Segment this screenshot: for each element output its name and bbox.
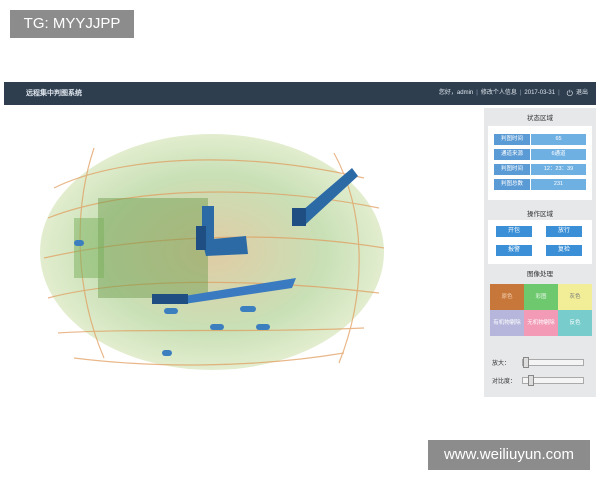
ops-box: 开包 放行 报警 复检 [488,220,592,264]
power-icon[interactable]: ⏻ [567,82,573,105]
side-object [74,218,104,278]
status-label: 判图时间 [494,164,530,175]
app-window: 远程集中判图系统 您好，admin | 修改个人信息 | 2017-03-31 … [4,82,596,398]
recheck-button[interactable]: 复检 [546,245,582,256]
watermark-top-left: TG: MYYJJPP [10,10,134,38]
rigid-object [98,198,208,298]
status-value: 6通道 [531,149,586,160]
filter-grid: 原色 彩图 灰色 有机物剔除 无机物剔除 反色 [488,280,592,340]
filter-invert[interactable]: 反色 [558,310,592,336]
zoom-label: 放大： [492,361,511,367]
alarm-button[interactable]: 报警 [496,245,532,256]
status-value: 12：23：39 [531,164,586,175]
status-row: 通道来源 6通道 [494,149,586,160]
control-panel: 状态区域 判图时间 65 通道来源 6通道 判图时间 12：23：39 判图总数… [484,108,596,397]
filter-gray[interactable]: 灰色 [558,284,592,310]
filter-remove-inorganic[interactable]: 无机物剔除 [524,310,558,336]
zoom-slider[interactable] [522,357,584,368]
zoom-slider-thumb[interactable] [523,357,529,368]
open-bag-button[interactable]: 开包 [496,226,532,237]
nav-separator: | [476,90,478,96]
profile-link[interactable]: 修改个人信息 [481,82,517,105]
status-box: 判图时间 65 通道来源 6通道 判图时间 12：23：39 判图总数 231 [488,126,592,200]
greeting-text: 您好，admin [438,90,474,96]
filter-remove-organic[interactable]: 有机物剔除 [490,310,524,336]
contrast-label: 对比度： [492,379,517,385]
date-text: 2017-03-31 [524,90,556,96]
imaging-section-title: 图像处理 [527,271,553,278]
status-label: 判图总数 [494,179,530,190]
status-label: 通道来源 [494,149,530,160]
status-label: 判图时间 [494,134,530,145]
app-title: 远程集中判图系统 [26,90,82,97]
contrast-slider-thumb[interactable] [528,375,535,386]
ops-section-title: 操作区域 [527,211,553,218]
watermark-bottom-right: www.weiliuyun.com [428,440,590,470]
logout-link[interactable]: 退出 [576,82,588,105]
filter-original[interactable]: 原色 [490,284,524,310]
nav-separator: | [519,90,522,96]
xray-scan-image [40,134,385,370]
status-row: 判图时间 65 [494,134,586,145]
status-value: 65 [531,134,586,145]
filter-color[interactable]: 彩图 [524,284,558,310]
release-button[interactable]: 放行 [546,226,582,237]
top-nav: 您好，admin | 修改个人信息 | 2017-03-31 | ⏻ 退出 [439,82,588,105]
status-section-title: 状态区域 [527,115,553,122]
top-bar: 远程集中判图系统 您好，admin | 修改个人信息 | 2017-03-31 … [4,82,596,105]
status-row: 判图总数 231 [494,179,586,190]
nav-separator: | [558,90,560,96]
status-value: 231 [531,179,586,190]
contrast-slider[interactable] [522,375,584,386]
status-row: 判图时间 12：23：39 [494,164,586,175]
